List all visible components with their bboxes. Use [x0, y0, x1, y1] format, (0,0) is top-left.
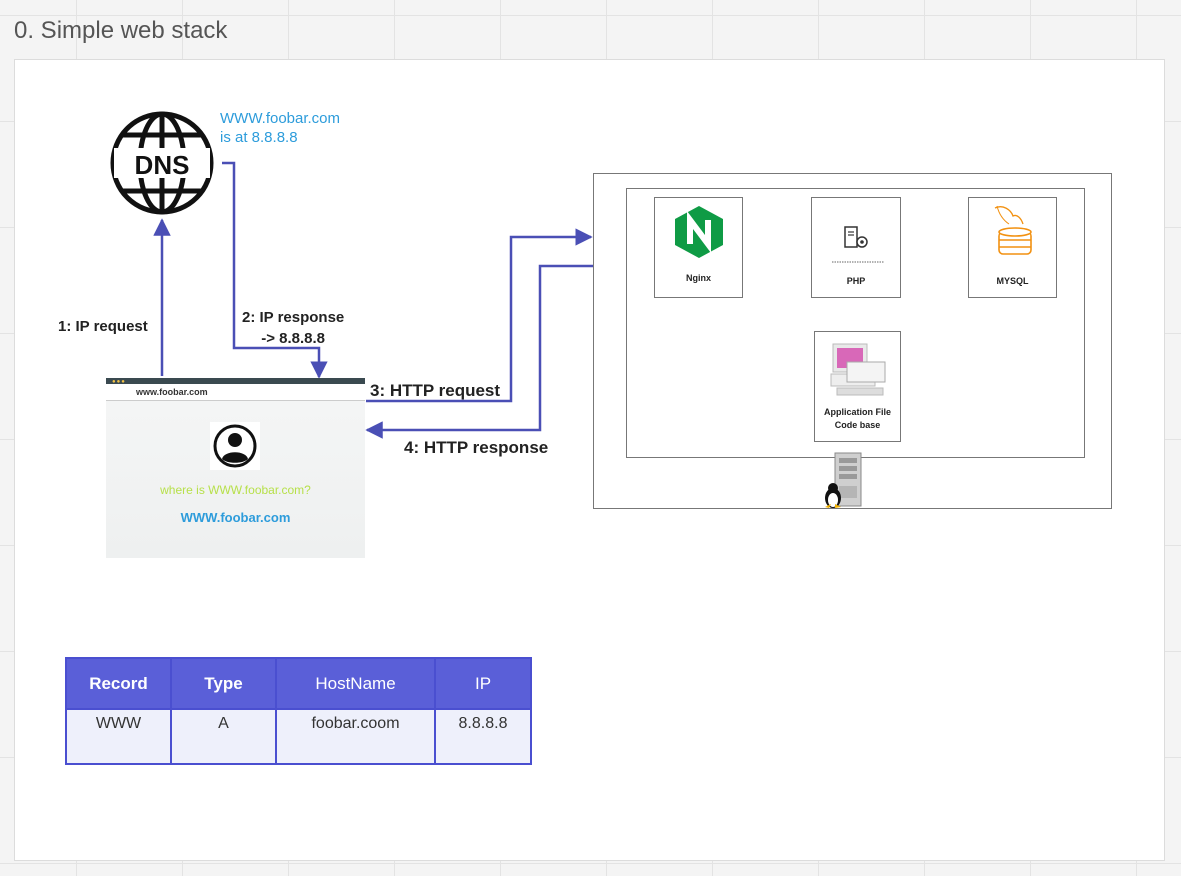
php-box: PHP	[811, 197, 901, 298]
linux-server-icon	[825, 452, 862, 508]
ip-response-line1: 2: IP response	[242, 309, 345, 326]
table-header-cell: Record	[65, 657, 172, 710]
ip-response-label: 2: IP response -> 8.8.8.8	[242, 307, 344, 349]
mysql-database-icon	[994, 205, 1032, 255]
table-header-row: Record Type HostName IP	[65, 657, 532, 710]
table-header-cell: Type	[170, 657, 277, 710]
php-label: PHP	[846, 276, 866, 286]
computer-icon	[830, 343, 886, 396]
browser-url-bar: www.foobar.com	[106, 384, 365, 401]
php-caption-decoration	[832, 261, 884, 263]
table-row: WWW A foobar.coom 8.8.8.8	[65, 708, 532, 765]
app-files-line1: Application File	[823, 407, 891, 417]
http-response-label: 4: HTTP response	[404, 438, 549, 457]
user-question: where is WWW.foobar.com?	[160, 483, 311, 497]
nginx-label: Nginx	[685, 273, 711, 283]
ip-response-line2: -> 8.8.8.8	[261, 330, 326, 347]
user-avatar-icon	[210, 422, 260, 470]
table-header-cell: IP	[434, 657, 532, 710]
http-request-label: 3: HTTP request	[370, 381, 501, 400]
nginx-box: Nginx	[654, 197, 743, 298]
table-cell: foobar.coom	[275, 708, 436, 765]
table-cell: WWW	[65, 708, 172, 765]
http-request-arrow	[366, 228, 593, 403]
browser-url-text: www.foobar.com	[136, 387, 208, 397]
mysql-box: MYSQL	[968, 197, 1057, 298]
user-site: WWW.foobar.com	[180, 510, 291, 525]
table-cell: A	[170, 708, 277, 765]
table-header-cell: HostName	[275, 657, 436, 710]
http-response-arrow	[365, 264, 593, 439]
app-files-label: Application File Code base	[815, 406, 900, 432]
dns-record-table: Record Type HostName IP WWW A foobar.coo…	[65, 657, 532, 765]
nginx-icon	[675, 206, 723, 258]
app-files-box: Application File Code base	[814, 331, 901, 442]
mysql-label: MYSQL	[996, 276, 1029, 286]
table-cell: 8.8.8.8	[434, 708, 532, 765]
browser-window: ●●● www.foobar.com where is WWW.foobar.c…	[106, 378, 365, 558]
app-files-line2: Code base	[834, 420, 881, 430]
ip-request-label: 1: IP request	[58, 318, 148, 335]
php-server-icon	[844, 226, 868, 248]
